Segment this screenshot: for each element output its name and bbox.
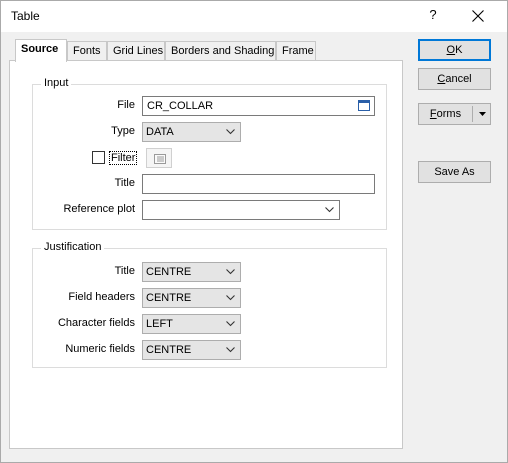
ok-button[interactable]: OK	[418, 39, 491, 61]
character-fields-label: Character fields	[57, 317, 135, 329]
chevron-down-icon	[325, 207, 334, 213]
save-as-label: Save As	[434, 166, 475, 178]
type-value: DATA	[146, 126, 174, 138]
caret-down-icon[interactable]	[479, 112, 486, 116]
chevron-down-icon	[226, 347, 235, 353]
file-browse-icon[interactable]	[358, 100, 370, 111]
field-headers-dropdown[interactable]: CENTRE	[142, 288, 241, 308]
tab-label: Grid Lines	[113, 45, 164, 57]
chevron-down-icon	[226, 269, 235, 275]
field-headers-value: CENTRE	[146, 292, 192, 304]
type-label: Type	[111, 125, 135, 137]
close-icon	[472, 10, 484, 22]
tab-frame[interactable]: Frame	[276, 41, 316, 61]
chevron-down-icon	[226, 295, 235, 301]
character-fields-dropdown[interactable]: LEFT	[142, 314, 241, 334]
justification-group: Justification Title CENTRE Field headers…	[32, 241, 387, 368]
cancel-label: ancel	[445, 73, 472, 85]
file-label: File	[117, 99, 135, 111]
type-dropdown[interactable]: DATA	[142, 122, 241, 142]
help-button[interactable]: ?	[421, 7, 445, 27]
close-button[interactable]	[461, 3, 495, 29]
forms-mnemonic: F	[429, 108, 437, 120]
save-as-button[interactable]: Save As	[418, 161, 491, 183]
filter-label[interactable]: Filter	[109, 151, 138, 165]
numeric-fields-value: CENTRE	[146, 344, 192, 356]
tab-source[interactable]: Source	[15, 39, 67, 62]
justification-title-label: Title	[114, 265, 135, 277]
input-group-legend: Input	[41, 77, 72, 89]
source-tab-panel: Input File CR_COLLAR Type DATA Filter Ti…	[9, 60, 403, 449]
tab-label: Fonts	[73, 45, 101, 57]
forms-split-button[interactable]: Forms	[418, 103, 491, 125]
tab-borders-and-shading[interactable]: Borders and Shading	[165, 41, 276, 61]
tab-label: Source	[21, 43, 59, 55]
filter-button[interactable]	[146, 148, 172, 168]
numeric-fields-label: Numeric fields	[65, 343, 135, 355]
forms-label: orms	[436, 108, 462, 120]
field-headers-label: Field headers	[68, 291, 135, 303]
character-fields-value: LEFT	[146, 318, 173, 330]
file-input[interactable]: CR_COLLAR	[142, 96, 375, 116]
numeric-fields-dropdown[interactable]: CENTRE	[142, 340, 241, 360]
tab-label: Borders and Shading	[171, 45, 275, 57]
table-dialog: Table ? Source Fonts Grid Lines Borders …	[0, 0, 508, 463]
tab-label: Frame	[282, 45, 314, 57]
cancel-button[interactable]: Cancel	[418, 68, 491, 90]
justification-group-legend: Justification	[41, 241, 105, 253]
reference-plot-label: Reference plot	[63, 203, 135, 215]
chevron-down-icon	[226, 129, 235, 135]
input-group: Input File CR_COLLAR Type DATA Filter Ti…	[32, 77, 387, 230]
help-icon: ?	[429, 7, 437, 22]
forms-label-wrap: Forms	[419, 104, 472, 124]
filter-list-icon	[154, 154, 166, 164]
ok-mnemonic: O	[446, 44, 456, 56]
title-label: Title	[114, 177, 135, 189]
tab-grid-lines[interactable]: Grid Lines	[107, 41, 165, 61]
reference-plot-dropdown[interactable]	[142, 200, 340, 220]
file-value: CR_COLLAR	[147, 100, 214, 112]
filter-checkbox[interactable]	[92, 151, 105, 164]
justification-title-dropdown[interactable]: CENTRE	[142, 262, 241, 282]
window-title: Table	[11, 9, 40, 23]
title-input[interactable]	[142, 174, 375, 194]
tab-fonts[interactable]: Fonts	[67, 41, 107, 61]
title-bar: Table ?	[1, 1, 507, 32]
justification-title-value: CENTRE	[146, 266, 192, 278]
ok-label: K	[455, 44, 463, 56]
chevron-down-icon	[226, 321, 235, 327]
split-divider	[472, 106, 473, 122]
